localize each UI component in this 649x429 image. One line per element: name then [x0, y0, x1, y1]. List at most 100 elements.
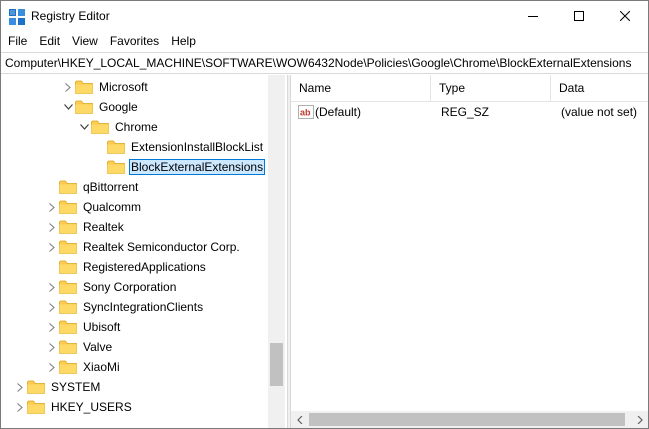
folder-icon: [59, 180, 77, 194]
tree-item-google[interactable]: Google: [63, 97, 140, 117]
tree-item-label: Valve: [83, 340, 113, 354]
tree-item-label: BlockExternalExtensions: [129, 159, 266, 175]
minimize-icon: [528, 16, 538, 17]
tree-item-qbittorrent[interactable]: qBittorrent: [47, 177, 140, 197]
tree-item-microsoft[interactable]: Microsoft: [63, 77, 150, 97]
chevron-down-icon[interactable]: [63, 102, 73, 112]
title-bar[interactable]: Registry Editor: [1, 1, 648, 31]
scroll-left-button[interactable]: [291, 411, 308, 428]
folder-icon: [59, 280, 77, 294]
tree-item-valve[interactable]: Valve: [47, 337, 114, 357]
tree-item-label: SYSTEM: [51, 380, 101, 394]
menu-edit[interactable]: Edit: [33, 31, 66, 51]
tree-item-label: SyncIntegrationClients: [83, 300, 204, 314]
window-title: Registry Editor: [31, 9, 110, 23]
folder-icon: [75, 80, 93, 94]
menu-bar: File Edit View Favorites Help: [1, 31, 648, 51]
folder-icon: [107, 160, 125, 174]
registry-editor-window: Registry Editor File Edit View Favorites…: [0, 0, 649, 429]
folder-icon: [27, 400, 45, 414]
close-button[interactable]: [602, 1, 648, 31]
column-header-name[interactable]: Name: [291, 75, 431, 102]
tree-vertical-scrollbar[interactable]: [268, 75, 285, 428]
chevron-right-icon[interactable]: [47, 322, 57, 332]
chevron-right-icon[interactable]: [47, 202, 57, 212]
chevron-right-icon: [637, 415, 643, 424]
folder-icon: [59, 300, 77, 314]
list-scroll-thumb[interactable]: [309, 413, 625, 426]
string-value-icon: ab: [298, 105, 314, 119]
address-bar[interactable]: Computer\HKEY_LOCAL_MACHINE\SOFTWARE\WOW…: [1, 52, 648, 74]
folder-icon: [27, 380, 45, 394]
tree-item-syncintegrationclients[interactable]: SyncIntegrationClients: [47, 297, 205, 317]
menu-help[interactable]: Help: [165, 31, 202, 51]
value-type: REG_SZ: [441, 105, 490, 119]
tree-item-registeredapplications[interactable]: RegisteredApplications: [47, 257, 208, 277]
tree-item-label: RegisteredApplications: [83, 260, 206, 274]
chevron-right-icon[interactable]: [63, 82, 73, 92]
value-data: (value not set): [561, 105, 638, 119]
tree-item-system[interactable]: SYSTEM: [15, 377, 102, 397]
list-header: Name Type Data: [291, 75, 648, 102]
menu-favorites[interactable]: Favorites: [104, 31, 165, 51]
tree-item-blockexternalextensions[interactable]: BlockExternalExtensions: [95, 157, 266, 177]
menu-file[interactable]: File: [2, 31, 33, 51]
scroll-right-button[interactable]: [631, 411, 648, 428]
chevron-right-icon[interactable]: [47, 282, 57, 292]
folder-icon: [59, 200, 77, 214]
tree-item-realtek[interactable]: Realtek: [47, 217, 126, 237]
folder-icon: [59, 240, 77, 254]
list-horizontal-scrollbar[interactable]: [291, 411, 648, 428]
tree-item-qualcomm[interactable]: Qualcomm: [47, 197, 143, 217]
tree-item-ubisoft[interactable]: Ubisoft: [47, 317, 122, 337]
chevron-right-icon[interactable]: [47, 362, 57, 372]
key-tree-pane[interactable]: Microsoft Google Chrome ExtensionInstallBlo…: [1, 75, 287, 428]
tree-item-label: Realtek Semiconductor Corp.: [83, 240, 240, 254]
tree-item-label: ExtensionInstallBlockList: [131, 140, 264, 154]
chevron-down-icon[interactable]: [79, 122, 89, 132]
chevron-right-icon[interactable]: [15, 402, 25, 412]
value-row[interactable]: ab (Default) REG_SZ (value not set): [291, 102, 648, 122]
close-icon: [620, 11, 630, 21]
tree-item-label: Qualcomm: [83, 200, 142, 214]
value-list-pane[interactable]: Name Type Data ab (Default) REG_SZ (valu…: [291, 75, 648, 428]
chevron-right-icon[interactable]: [47, 302, 57, 312]
tree-item-label: Ubisoft: [83, 320, 121, 334]
address-path[interactable]: Computer\HKEY_LOCAL_MACHINE\SOFTWARE\WOW…: [5, 56, 631, 70]
chevron-right-icon[interactable]: [47, 222, 57, 232]
column-header-data[interactable]: Data: [551, 75, 648, 102]
tree-item-extensioninstallblocklist[interactable]: ExtensionInstallBlockList: [95, 137, 265, 157]
tree-item-realtek-semiconductor-corp[interactable]: Realtek Semiconductor Corp.: [47, 237, 242, 257]
registry-editor-icon: [9, 9, 25, 25]
folder-icon: [75, 100, 93, 114]
maximize-button[interactable]: [556, 1, 602, 31]
tree-item-label: Sony Corporation: [83, 280, 177, 294]
svg-text:ab: ab: [300, 108, 311, 118]
tree-item-hkey-users[interactable]: HKEY_USERS: [15, 397, 134, 417]
chevron-left-icon: [296, 415, 302, 424]
chevron-right-icon[interactable]: [47, 242, 57, 252]
chevron-right-icon[interactable]: [47, 342, 57, 352]
folder-icon: [59, 320, 77, 334]
chevron-right-icon[interactable]: [15, 382, 25, 392]
folder-icon: [59, 220, 77, 234]
menu-view[interactable]: View: [66, 31, 104, 51]
tree-item-sony-corporation[interactable]: Sony Corporation: [47, 277, 178, 297]
tree-item-label: Realtek: [83, 220, 124, 234]
folder-icon: [59, 340, 77, 354]
tree-item-label: HKEY_USERS: [51, 400, 132, 414]
maximize-icon: [574, 11, 584, 21]
folder-icon: [59, 260, 77, 274]
tree-item-xiaomi[interactable]: XiaoMi: [47, 357, 122, 377]
folder-icon: [59, 360, 77, 374]
minimize-button[interactable]: [510, 1, 556, 31]
folder-icon: [107, 140, 125, 154]
column-header-type[interactable]: Type: [431, 75, 551, 102]
tree-item-label: Google: [99, 100, 138, 114]
tree-item-chrome[interactable]: Chrome: [79, 117, 160, 137]
folder-icon: [91, 120, 109, 134]
tree-scroll-thumb[interactable]: [270, 343, 283, 386]
